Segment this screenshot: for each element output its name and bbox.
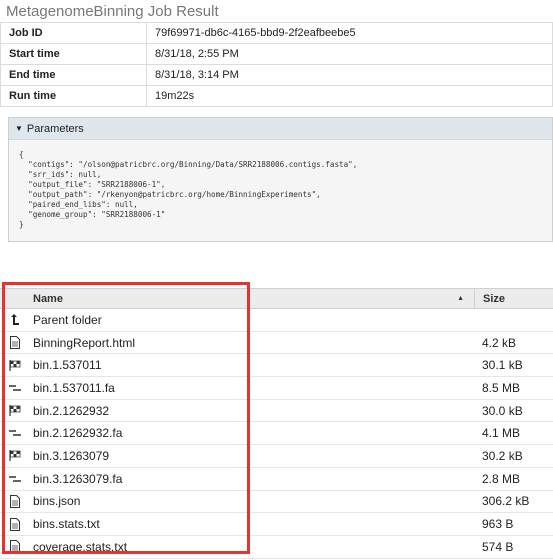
file-name: BinningReport.html bbox=[33, 335, 136, 350]
file-size: 963 B bbox=[482, 517, 514, 532]
file-size: 2.8 MB bbox=[482, 471, 521, 486]
file-list-header: Name ▲ Size bbox=[0, 288, 553, 309]
document-icon bbox=[2, 494, 28, 508]
parameters-title: Parameters bbox=[26, 122, 84, 135]
file-name: bin.1.537011 bbox=[33, 358, 102, 373]
file-row[interactable]: bin.2.1262932.fa 4.1 MB bbox=[0, 422, 553, 446]
genome-flag-icon bbox=[2, 405, 28, 417]
file-size: 4.2 kB bbox=[482, 335, 517, 350]
run-time-value: 19m22s bbox=[146, 85, 553, 107]
file-list: Name ▲ Size Parent folder BinningReport.… bbox=[0, 288, 553, 559]
file-row[interactable]: bin.1.537011.fa 8.5 MB bbox=[0, 377, 553, 400]
file-row[interactable]: BinningReport.html 4.2 kB bbox=[0, 332, 553, 355]
contigs-icon bbox=[2, 384, 28, 392]
size-column-header[interactable]: Size bbox=[474, 289, 553, 308]
file-name: coverage.stats.txt bbox=[33, 539, 128, 554]
genome-flag-icon bbox=[2, 359, 28, 371]
job-id-value: 79f69971-db6c-4165-bbd9-2f2eafbeebe5 bbox=[146, 22, 553, 44]
file-row-parent-folder[interactable]: Parent folder bbox=[0, 309, 553, 332]
file-row[interactable]: bin.3.1263079.fa 2.8 MB bbox=[0, 468, 553, 491]
job-info-row: Job ID 79f69971-db6c-4165-bbd9-2f2eafbee… bbox=[0, 22, 553, 44]
contigs-icon bbox=[2, 475, 28, 483]
document-icon bbox=[2, 336, 28, 350]
file-row[interactable]: bin.1.537011 30.1 kB bbox=[0, 354, 553, 378]
file-name: bin.2.1262932.fa bbox=[33, 426, 123, 441]
file-name: bin.3.1263079 bbox=[33, 448, 110, 463]
file-name: bin.2.1262932 bbox=[33, 403, 110, 418]
start-time-label: Start time bbox=[0, 43, 147, 65]
file-size: 30.1 kB bbox=[482, 358, 523, 373]
file-size: 4.1 MB bbox=[482, 426, 521, 441]
file-row[interactable]: bins.stats.txt 963 B bbox=[0, 513, 553, 536]
end-time-value: 8/31/18, 3:14 PM bbox=[146, 64, 553, 86]
file-size: 574 B bbox=[482, 539, 514, 554]
file-row[interactable]: bin.3.1263079 30.2 kB bbox=[0, 445, 553, 468]
caret-down-icon: ▼ bbox=[15, 124, 23, 133]
parameters-panel: ▼ Parameters { "contigs": "/olson@patric… bbox=[8, 117, 553, 242]
job-info-row: Start time 8/31/18, 2:55 PM bbox=[0, 43, 553, 65]
file-name: bins.stats.txt bbox=[33, 517, 100, 532]
file-name: bins.json bbox=[33, 494, 81, 509]
file-row[interactable]: bin.2.1262932 30.0 kB bbox=[0, 400, 553, 423]
page-title: MetagenomeBinning Job Result bbox=[6, 3, 219, 20]
size-column-label: Size bbox=[483, 292, 506, 305]
sort-ascending-icon: ▲ bbox=[457, 295, 464, 302]
job-info-row: End time 8/31/18, 3:14 PM bbox=[0, 64, 553, 86]
run-time-label: Run time bbox=[0, 85, 147, 107]
parameters-json: { "contigs": "/olson@patricbrc.org/Binni… bbox=[19, 150, 358, 229]
file-size: 8.5 MB bbox=[482, 380, 521, 395]
file-name: Parent folder bbox=[33, 312, 102, 327]
parent-folder-icon bbox=[2, 313, 28, 326]
document-icon bbox=[2, 540, 28, 554]
name-column-header[interactable]: Name ▲ bbox=[0, 293, 474, 305]
file-size: 306.2 kB bbox=[482, 494, 530, 509]
end-time-label: End time bbox=[0, 64, 147, 86]
job-info-row: Run time 19m22s bbox=[0, 85, 553, 107]
job-info-table: Job ID 79f69971-db6c-4165-bbd9-2f2eafbee… bbox=[0, 22, 553, 107]
genome-flag-icon bbox=[2, 450, 28, 462]
start-time-value: 8/31/18, 2:55 PM bbox=[146, 43, 553, 65]
name-column-label: Name bbox=[33, 292, 63, 305]
file-size: 30.0 kB bbox=[482, 403, 523, 418]
file-size: 30.2 kB bbox=[482, 448, 523, 463]
contigs-icon bbox=[2, 429, 28, 437]
file-row[interactable]: coverage.stats.txt 574 B bbox=[0, 536, 553, 559]
file-name: bin.1.537011.fa bbox=[33, 380, 115, 395]
file-name: bin.3.1263079.fa bbox=[33, 471, 123, 486]
job-id-label: Job ID bbox=[0, 22, 147, 44]
file-row[interactable]: bins.json 306.2 kB bbox=[0, 491, 553, 514]
document-icon bbox=[2, 517, 28, 531]
parameters-toggle[interactable]: ▼ Parameters bbox=[9, 118, 552, 140]
